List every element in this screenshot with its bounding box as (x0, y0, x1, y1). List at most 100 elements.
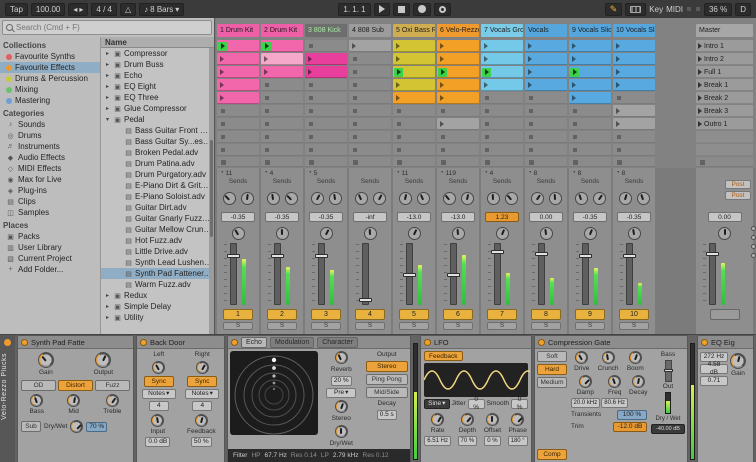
scene-full-1[interactable]: Full 1 (696, 66, 753, 78)
echo-tunnel-display[interactable] (230, 351, 318, 435)
fader-handle[interactable] (271, 254, 284, 258)
expand-icon[interactable]: ▸ (104, 50, 111, 57)
comp-toggle[interactable]: Comp (537, 449, 567, 460)
playing-clip[interactable] (261, 40, 303, 52)
clip-launch-icon[interactable] (528, 43, 532, 49)
bass-slider[interactable] (663, 360, 673, 382)
clip[interactable] (393, 79, 435, 91)
empty-scene-slot[interactable] (696, 131, 753, 143)
show-mixer-toggle[interactable] (750, 253, 756, 258)
empty-clip-slot[interactable] (525, 92, 567, 104)
nudge-up-icon[interactable]: ▸ (79, 5, 83, 14)
track-activator[interactable]: 4 (355, 309, 385, 320)
sidebar-item-mixing[interactable]: Mixing (0, 84, 100, 95)
arrangement-position[interactable]: 1. 1. 1 (338, 2, 371, 16)
stereo-mode-button[interactable]: Stereo (365, 361, 408, 372)
volume-display[interactable]: -13.0 (397, 212, 431, 222)
solo-button[interactable]: S (619, 322, 649, 330)
empty-clip-slot[interactable] (349, 53, 391, 65)
pan-knob[interactable] (451, 226, 465, 240)
fuzz-mode-button[interactable]: Fuzz (95, 380, 130, 391)
empty-clip-slot[interactable] (525, 131, 567, 143)
clip-playing-icon[interactable] (262, 41, 271, 51)
browser-device-pedal[interactable]: ▾ ▣ Pedal (101, 114, 214, 125)
empty-clip-slot[interactable] (349, 131, 391, 143)
sidebar-item-clips[interactable]: ▤ Clips (0, 196, 100, 207)
scene-launch-icon[interactable] (698, 95, 702, 101)
empty-clip-slot[interactable] (569, 144, 611, 156)
expand-icon[interactable]: ▸ (104, 83, 111, 90)
send-b-knob[interactable] (372, 191, 386, 205)
empty-clip-slot[interactable] (613, 144, 655, 156)
fader-handle[interactable] (535, 252, 548, 256)
clip[interactable] (437, 53, 479, 65)
phase-knob[interactable] (511, 413, 525, 426)
send-a-knob[interactable] (530, 191, 544, 205)
clip[interactable] (217, 53, 259, 65)
empty-clip-slot[interactable] (261, 131, 303, 143)
clip-launch-icon[interactable] (264, 56, 268, 62)
empty-clip-slot[interactable] (613, 92, 655, 104)
clip[interactable] (613, 118, 655, 130)
send-b-knob[interactable] (592, 191, 606, 205)
stop-all-clips-cell[interactable] (696, 157, 753, 167)
playing-clip[interactable] (569, 66, 611, 78)
sidebar-item-user-library[interactable]: ▥ User Library (0, 242, 100, 253)
clip-launch-icon[interactable] (440, 56, 444, 62)
empty-clip-slot[interactable] (305, 79, 347, 91)
distort-mode-button[interactable]: Distort (58, 380, 93, 391)
input-knob[interactable] (151, 414, 165, 427)
clip[interactable] (569, 40, 611, 52)
clip-stop-button[interactable] (481, 157, 523, 167)
clip[interactable] (481, 79, 523, 91)
clip[interactable] (481, 40, 523, 52)
empty-clip-slot[interactable] (217, 144, 259, 156)
sidebar-item-max-for-live[interactable]: ◉ Max for Live (0, 174, 100, 185)
track-activator[interactable]: 7 (487, 309, 517, 320)
pan-knob[interactable] (583, 226, 597, 240)
device-activator-toggle[interactable] (21, 338, 28, 346)
phase-value[interactable]: 180 ° (507, 436, 528, 446)
clip-launch-icon[interactable] (616, 56, 620, 62)
clip-stop-button[interactable] (569, 157, 611, 167)
track-activator[interactable]: 10 (619, 309, 649, 320)
left-step-value[interactable]: 4 (148, 401, 169, 411)
track-activator[interactable]: 5 (399, 309, 429, 320)
clip-playing-icon[interactable] (570, 67, 579, 77)
scene-launch-icon[interactable] (698, 121, 702, 127)
clip-launch-icon[interactable] (528, 56, 532, 62)
band-gain-value[interactable]: 4.58 dB (700, 361, 728, 376)
browser-preset-guitar-mellow-crunch-adv[interactable]: ▤Guitar Mellow Crunch.adv (101, 224, 214, 235)
empty-clip-slot[interactable] (305, 92, 347, 104)
draw-mode-button[interactable]: ✎ (604, 2, 623, 16)
decay-knob[interactable] (631, 375, 645, 388)
empty-scene-slot[interactable] (696, 144, 753, 156)
fader-handle[interactable] (579, 254, 592, 258)
clip-launch-icon[interactable] (308, 69, 312, 75)
bass-knob[interactable] (30, 394, 44, 407)
sub-toggle[interactable]: Sub (21, 421, 41, 432)
fader-handle[interactable] (315, 254, 328, 258)
clip-launch-icon[interactable] (528, 69, 532, 75)
expand-icon[interactable]: ▸ (104, 72, 111, 79)
browser-preset-broken-pedal-adv[interactable]: ▤ Broken Pedal.adv (101, 147, 214, 158)
browser-preset-warm-fuzz-adv[interactable]: ▤ Warm Fuzz.adv (101, 279, 214, 290)
fader-handle[interactable] (227, 254, 240, 258)
clip-playing-icon[interactable] (438, 67, 447, 77)
empty-clip-slot[interactable] (481, 118, 523, 130)
clip-launch-icon[interactable] (220, 69, 224, 75)
left-time-knob[interactable] (152, 361, 166, 374)
master-volume-fader[interactable] (696, 242, 753, 306)
right-step-value[interactable]: 4 (192, 401, 213, 411)
volume-display[interactable]: -0.35 (617, 212, 651, 222)
browser-preset-bass-guitar-front-of-stage-adv[interactable]: ▤Bass Guitar Front of Stage.adv (101, 125, 214, 136)
empty-clip-slot[interactable] (525, 105, 567, 117)
clip[interactable] (305, 53, 347, 65)
od-mode-button[interactable]: OD (21, 380, 56, 391)
freq-knob[interactable] (608, 375, 622, 388)
empty-clip-slot[interactable] (569, 131, 611, 143)
scene-launch-icon[interactable] (698, 43, 702, 49)
rate-value[interactable]: 6.51 Hz (424, 436, 451, 446)
stop-all-clips-button[interactable] (709, 309, 740, 320)
sidebar-item-mastering[interactable]: Mastering (0, 95, 100, 106)
